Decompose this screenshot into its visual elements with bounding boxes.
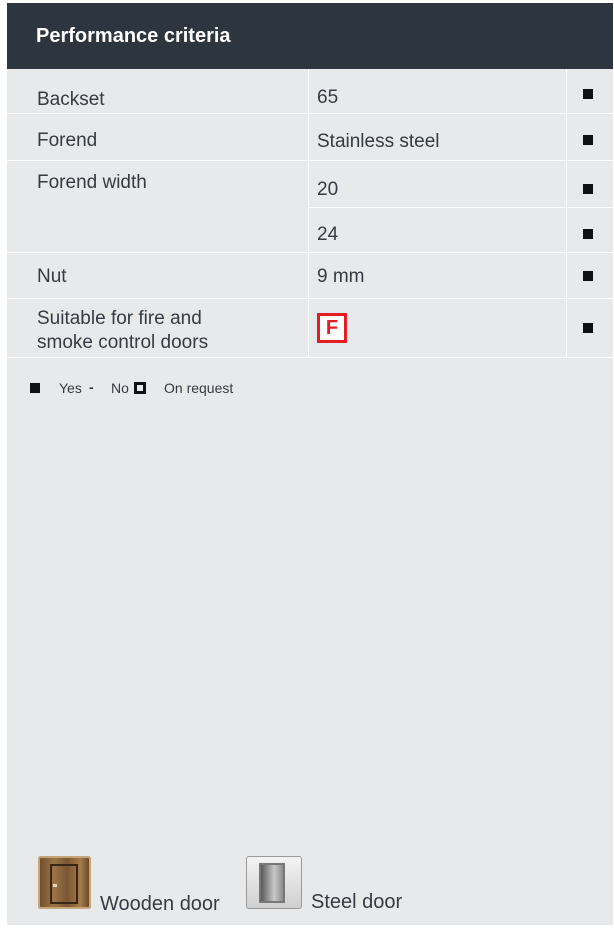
on-request-legend-icon <box>134 382 146 394</box>
yes-mark-icon <box>583 271 593 281</box>
legend-on-request: On request <box>164 380 234 396</box>
yes-mark-icon <box>583 184 593 194</box>
yes-legend-icon <box>30 383 40 393</box>
performance-criteria-card: Performance criteria Backset 65 Forend S… <box>7 3 613 925</box>
row-value: Stainless steel <box>317 131 440 152</box>
steel-door-icon <box>246 856 302 909</box>
fire-rated-F-icon: F <box>317 313 347 343</box>
yes-mark-icon <box>583 135 593 145</box>
card-title: Performance criteria <box>36 24 231 47</box>
table-row: Backset 65 <box>7 69 613 114</box>
row-label: Backset <box>37 89 105 110</box>
yes-mark-icon <box>583 89 593 99</box>
table-row: Nut 9 mm <box>7 254 613 299</box>
table-subrow: 24 <box>309 208 613 253</box>
row-label: Nut <box>37 266 67 287</box>
yes-mark-icon <box>583 229 593 239</box>
row-value: 9 mm <box>317 266 365 287</box>
row-label: Forend width <box>37 172 147 193</box>
row-label: Forend <box>37 130 98 151</box>
card-header: Performance criteria <box>7 3 613 69</box>
yes-mark-icon <box>583 323 593 333</box>
legend-no: No <box>111 380 129 396</box>
table-row: Suitable for fire and smoke control door… <box>7 299 613 358</box>
row-label: Suitable for fire and smoke control door… <box>37 308 209 353</box>
legend-dash: - <box>89 379 94 395</box>
wooden-door-label: Wooden door <box>100 893 220 915</box>
table-row: Forend Stainless steel <box>7 114 613 161</box>
row-value: 24 <box>317 224 339 245</box>
table-subrow: 20 <box>309 161 613 208</box>
legend-yes: Yes <box>59 380 82 396</box>
steel-door-label: Steel door <box>311 891 403 913</box>
row-value: 20 <box>317 179 339 200</box>
row-value: 65 <box>317 87 339 108</box>
wooden-door-icon <box>38 856 91 909</box>
